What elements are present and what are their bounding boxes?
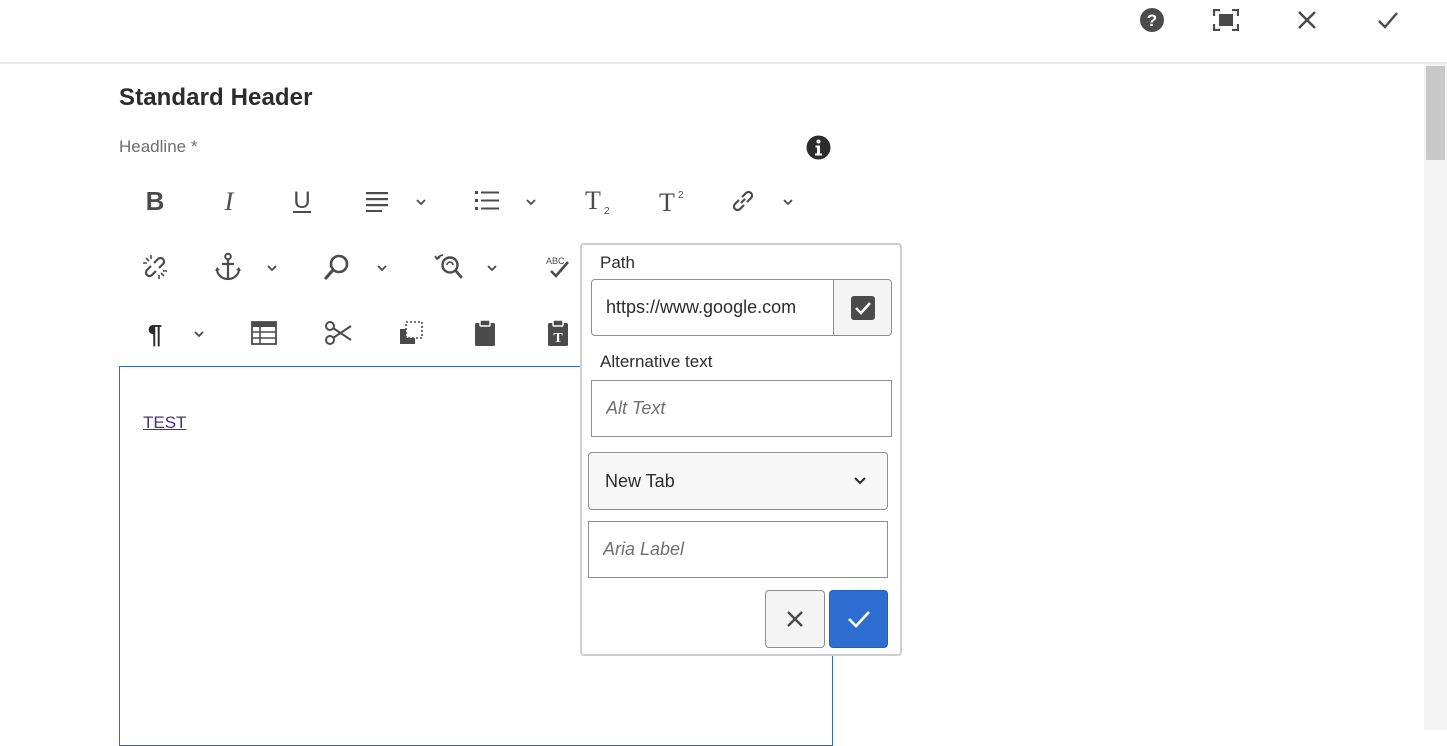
copy-icon[interactable]: [394, 316, 428, 350]
alt-text-label: Alternative text: [600, 352, 713, 371]
svg-text:2: 2: [604, 206, 610, 215]
scrollbar-track[interactable]: [1424, 64, 1447, 730]
link-icon[interactable]: [726, 184, 760, 218]
svg-text:B: B: [146, 188, 165, 214]
spellcheck-icon[interactable]: ABC: [540, 250, 576, 284]
chevron-down-icon: [854, 477, 866, 485]
cancel-button[interactable]: [765, 590, 825, 648]
scrollbar-thumb[interactable]: [1426, 66, 1445, 160]
path-input[interactable]: [591, 279, 834, 336]
svg-text:T: T: [659, 188, 675, 215]
svg-text:2: 2: [678, 190, 684, 201]
dialog-title: Standard Header: [119, 84, 313, 111]
chevron-down-icon[interactable]: [781, 195, 795, 209]
underline-icon[interactable]: U: [285, 184, 319, 218]
subscript-icon[interactable]: T2: [580, 184, 614, 218]
link-dialog-popover: Path Alternative text New Tab: [580, 243, 902, 656]
path-label: Path: [600, 253, 635, 272]
table-icon[interactable]: [247, 316, 281, 350]
svg-text:ABC: ABC: [546, 256, 565, 266]
apply-button[interactable]: [829, 590, 888, 648]
svg-text:U: U: [293, 187, 310, 214]
justify-icon[interactable]: [360, 184, 394, 218]
svg-text:T: T: [585, 187, 601, 215]
checkbox-checked-icon: [850, 295, 875, 320]
svg-text:¶: ¶: [148, 319, 162, 347]
fullscreen-icon[interactable]: [1212, 6, 1240, 34]
paragraph-format-icon[interactable]: ¶: [138, 316, 172, 350]
anchor-icon[interactable]: [211, 250, 245, 284]
paste-icon[interactable]: [468, 316, 502, 350]
close-icon[interactable]: [1293, 6, 1321, 34]
list-icon[interactable]: [470, 184, 504, 218]
path-browse-button[interactable]: [833, 279, 892, 336]
find-icon[interactable]: [320, 250, 354, 284]
chevron-down-icon[interactable]: [192, 327, 206, 341]
checkmark-icon: [847, 611, 870, 628]
cut-icon[interactable]: [321, 316, 355, 350]
help-icon[interactable]: ?: [1138, 6, 1166, 34]
dialog-topbar: ?: [0, 0, 1447, 64]
chevron-down-icon[interactable]: [414, 195, 428, 209]
chevron-down-icon[interactable]: [524, 195, 538, 209]
unlink-icon[interactable]: [138, 250, 172, 284]
paste-text-icon[interactable]: T: [541, 316, 575, 350]
svg-text:T: T: [553, 331, 563, 346]
chevron-down-icon[interactable]: [375, 261, 389, 275]
chevron-down-icon[interactable]: [265, 261, 279, 275]
chevron-down-icon[interactable]: [485, 261, 499, 275]
svg-text:?: ?: [1147, 11, 1157, 30]
close-icon: [787, 611, 803, 627]
svg-text:I: I: [224, 188, 235, 214]
editor-link-text[interactable]: TEST: [143, 413, 186, 433]
italic-icon[interactable]: I: [212, 184, 246, 218]
alt-text-input[interactable]: [591, 380, 892, 437]
headline-label: Headline *: [119, 137, 198, 156]
superscript-icon[interactable]: T2: [654, 184, 688, 218]
find-replace-icon[interactable]: [430, 250, 466, 284]
bold-icon[interactable]: B: [138, 184, 172, 218]
aria-label-input[interactable]: [588, 521, 888, 578]
done-checkmark-icon[interactable]: [1374, 6, 1402, 34]
link-target-select[interactable]: New Tab: [588, 452, 888, 510]
link-target-value: New Tab: [605, 471, 675, 491]
info-icon[interactable]: [806, 135, 831, 160]
